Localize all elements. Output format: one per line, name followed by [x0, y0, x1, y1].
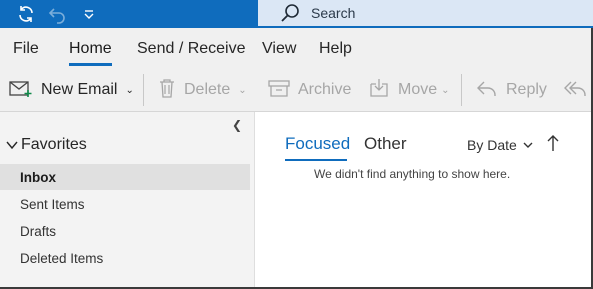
delete-button[interactable]: Delete ⌄	[158, 76, 247, 104]
search-box[interactable]: Search	[258, 0, 593, 26]
archive-icon	[268, 78, 290, 103]
message-list: Focused Other By Date We didn't find any…	[256, 112, 593, 289]
folder-inbox[interactable]: Inbox	[0, 164, 250, 190]
archive-label: Archive	[298, 81, 352, 98]
undo-icon[interactable]	[46, 3, 70, 25]
tab-file[interactable]: File	[13, 40, 39, 58]
active-tab-indicator	[69, 63, 112, 66]
chevron-down-icon[interactable]: ⌄	[125, 85, 133, 96]
tab-other[interactable]: Other	[364, 134, 407, 154]
move-button[interactable]: Move ⌄	[368, 76, 450, 104]
reply-all-icon	[563, 78, 589, 103]
new-email-button[interactable]: New Email ⌄	[9, 76, 134, 104]
focused-tab-indicator	[285, 159, 347, 161]
folder-drafts[interactable]: Drafts	[0, 218, 250, 244]
search-icon	[280, 3, 300, 23]
move-icon	[368, 78, 390, 103]
chevron-down-icon	[6, 141, 18, 150]
title-bar: Search	[0, 0, 593, 28]
delete-icon	[158, 78, 176, 103]
chevron-down-icon[interactable]: ⌄	[238, 85, 246, 96]
tab-help[interactable]: Help	[319, 40, 352, 58]
tab-send-receive[interactable]: Send / Receive	[137, 40, 246, 58]
reply-button[interactable]: Reply	[476, 76, 547, 104]
archive-button[interactable]: Archive	[268, 76, 351, 104]
favorites-label: Favorites	[21, 136, 87, 153]
new-email-label: New Email	[41, 81, 118, 98]
empty-state-text: We didn't find anything to show here.	[314, 167, 511, 181]
move-label: Move	[398, 81, 438, 98]
divider	[461, 74, 462, 106]
sync-icon[interactable]	[14, 3, 38, 25]
favorites-header[interactable]: Favorites	[6, 136, 87, 154]
divider	[143, 74, 144, 106]
reply-all-button[interactable]	[563, 76, 589, 104]
folder-pane: ❮ Favorites Inbox Sent Items Drafts Dele…	[0, 112, 255, 289]
delete-label: Delete	[184, 81, 231, 98]
sort-by-label: By Date	[467, 137, 517, 153]
new-email-icon	[9, 78, 33, 103]
ribbon-tabs: File Home Send / Receive View Help	[0, 28, 593, 68]
chevron-down-icon	[523, 142, 533, 148]
tab-home[interactable]: Home	[69, 40, 112, 58]
search-input[interactable]: Search	[311, 5, 355, 21]
folder-deleted-items[interactable]: Deleted Items	[0, 245, 250, 271]
sort-direction-icon[interactable]	[546, 134, 560, 152]
customize-quick-access-icon[interactable]	[80, 3, 98, 25]
collapse-pane-icon[interactable]: ❮	[232, 118, 242, 132]
reply-label: Reply	[506, 81, 547, 98]
folder-sent-items[interactable]: Sent Items	[0, 191, 250, 217]
ribbon-commands: New Email ⌄ Delete ⌄ Archive Move ⌄ Repl…	[0, 68, 593, 112]
tab-focused[interactable]: Focused	[285, 134, 350, 154]
chevron-down-icon[interactable]: ⌄	[441, 85, 449, 96]
reply-icon	[476, 78, 498, 103]
sort-by-button[interactable]: By Date	[467, 137, 533, 153]
tab-view[interactable]: View	[262, 40, 296, 58]
